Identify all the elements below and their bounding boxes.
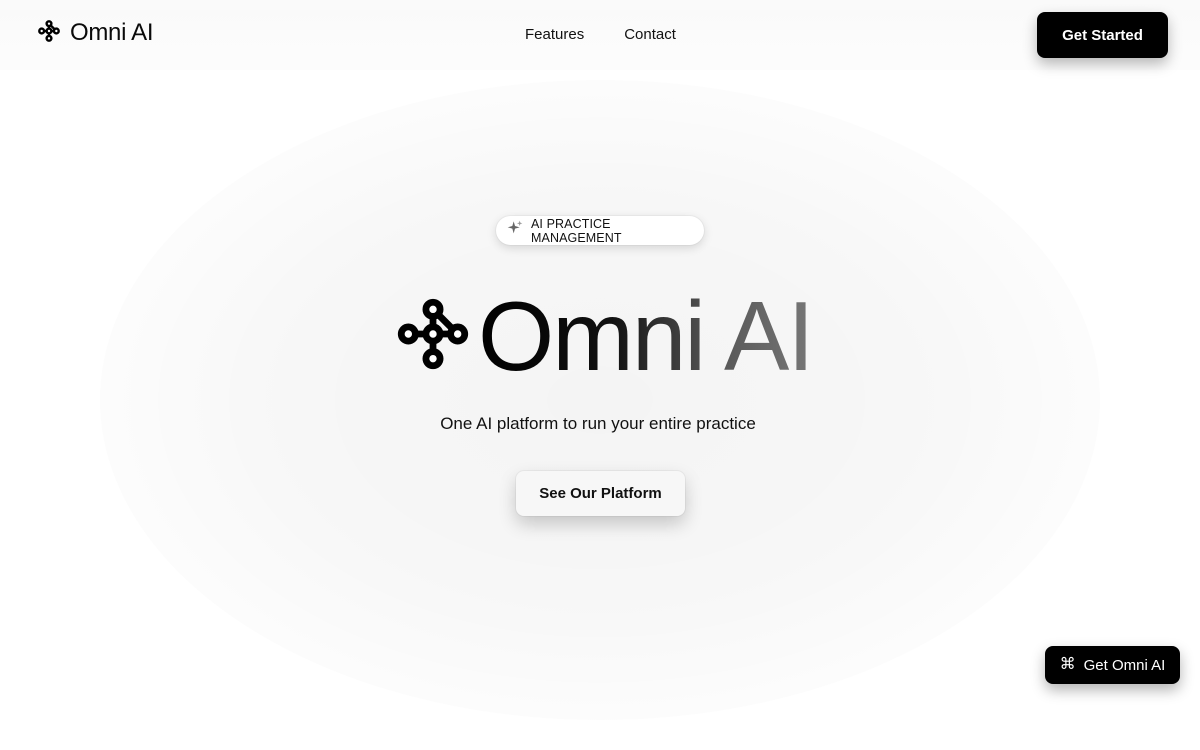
command-icon: ⌘: [1059, 656, 1076, 673]
omni-logo-icon: [38, 19, 60, 47]
hero-badge: AI PRACTICE MANAGEMENT: [496, 216, 704, 245]
nav-link-features[interactable]: Features: [525, 26, 584, 43]
hero-title: Omni AI: [478, 281, 815, 391]
omni-logo-icon: [396, 297, 470, 376]
see-platform-button[interactable]: See Our Platform: [516, 471, 685, 516]
get-omni-ai-floating-button[interactable]: ⌘ Get Omni AI: [1045, 646, 1180, 684]
top-navbar: Omni AI Features Contact Get Started: [0, 0, 1200, 70]
page: Omni AI Features Contact Get Started AI …: [0, 0, 1200, 750]
hero-heading: Omni AI: [396, 281, 815, 391]
brand-logo-link[interactable]: Omni AI: [38, 19, 154, 47]
get-started-button[interactable]: Get Started: [1037, 12, 1168, 58]
sparkle-icon: [507, 220, 523, 241]
hero-subtitle: One AI platform to run your entire pract…: [440, 414, 756, 433]
brand-name: Omni AI: [70, 19, 154, 46]
floating-button-label: Get Omni AI: [1083, 656, 1166, 674]
main-nav: Features Contact: [525, 26, 676, 43]
nav-link-contact[interactable]: Contact: [624, 26, 676, 43]
background-glow: [100, 80, 1100, 720]
badge-label: AI PRACTICE MANAGEMENT: [531, 216, 622, 245]
